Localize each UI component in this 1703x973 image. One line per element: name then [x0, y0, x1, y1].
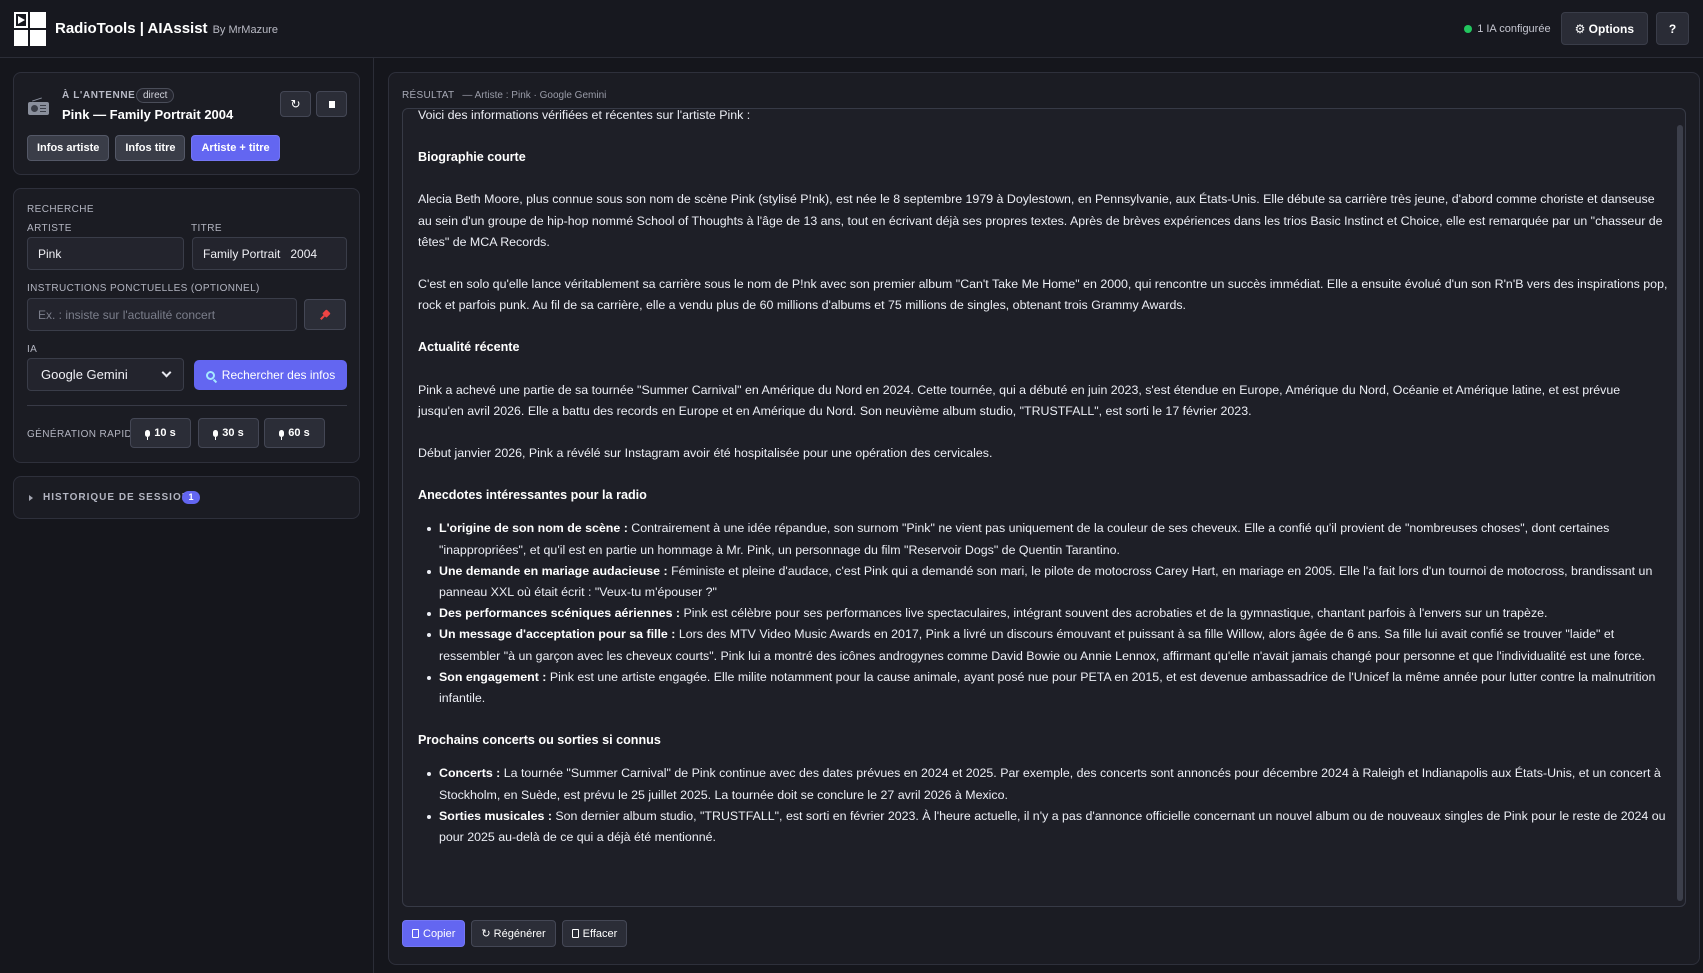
result-intro: Voici des informations vérifiées et réce…	[418, 108, 751, 122]
result-label: RÉSULTAT	[402, 90, 455, 101]
options-button[interactable]: ⚙ Options	[1560, 12, 1648, 45]
radio-icon	[28, 97, 50, 115]
quick-10s-button[interactable]: 10 s	[130, 418, 191, 448]
title-input[interactable]: Family Portrait 2004	[192, 237, 347, 270]
ia-status-text: 1 IA configurée	[1477, 22, 1551, 35]
sidebar-divider	[373, 58, 374, 973]
quick-generation-label: GÉNÉRATION RAPIDE	[27, 429, 140, 440]
stop-button[interactable]	[316, 91, 347, 117]
anecdotes-list: L'origine de son nom de scène : Contrair…	[427, 518, 1668, 709]
instructions-label: INSTRUCTIONS PONCTUELLES (OPTIONNEL)	[27, 283, 260, 294]
copy-label: Copier	[423, 927, 456, 940]
clipboard-icon	[412, 929, 419, 938]
app-logo	[14, 11, 46, 46]
quick-30s-button[interactable]: 30 s	[198, 418, 259, 448]
bio-paragraph-2: C'est en solo qu'elle lance véritablemen…	[418, 277, 1668, 313]
chip-title-info[interactable]: Infos titre	[115, 135, 186, 161]
regenerate-label: ↻ Régénérer	[481, 928, 546, 940]
search-button-label: Rechercher des infos	[221, 368, 336, 382]
help-button[interactable]: ?	[1656, 12, 1689, 45]
app-title: RadioTools | AIAssist	[55, 20, 208, 37]
chevron-down-icon	[161, 367, 172, 378]
heading-news: Actualité récente	[418, 340, 520, 355]
ia-label: IA	[27, 344, 38, 355]
heading-biography: Biographie courte	[418, 150, 526, 165]
result-panel: RÉSULTAT — Artiste : Pink · Google Gemini…	[388, 72, 1700, 965]
refresh-button[interactable]: ↻	[280, 91, 311, 117]
ia-select-value: Google Gemini	[41, 367, 128, 382]
trash-icon	[571, 929, 579, 938]
ia-status: 1 IA configurée	[1464, 22, 1551, 35]
session-history-toggle[interactable]: HISTORIQUE DE SESSION 1	[13, 476, 360, 519]
on-air-label: À L'ANTENNE	[62, 90, 136, 101]
ia-select[interactable]: Google Gemini	[27, 358, 184, 391]
news-paragraph-2: Début janvier 2026, Pink a révélé sur In…	[418, 446, 993, 461]
history-label: HISTORIQUE DE SESSION	[43, 492, 190, 503]
pin-icon	[318, 307, 332, 321]
chip-artist-info[interactable]: Infos artiste	[27, 135, 110, 161]
upcoming-list: Concerts : La tournée "Summer Carnival" …	[427, 763, 1668, 848]
search-icon	[205, 370, 215, 380]
list-item: L'origine de son nom de scène : Contrair…	[427, 518, 1668, 560]
stop-icon	[328, 100, 335, 108]
refresh-icon: ↻	[290, 97, 301, 111]
divider	[27, 405, 347, 406]
artist-input[interactable]: Pink	[27, 237, 184, 270]
pin-button[interactable]	[304, 299, 346, 330]
list-item: Son engagement : Pink est une artiste en…	[427, 667, 1668, 709]
search-button[interactable]: Rechercher des infos	[194, 360, 347, 390]
result-scrollbar[interactable]	[1677, 125, 1683, 901]
list-item: Une demande en mariage audacieuse : Fémi…	[427, 561, 1668, 603]
copy-button[interactable]: Copier	[402, 920, 466, 947]
app-author: By MrMazure	[212, 24, 278, 36]
list-item: Un message d'acceptation pour sa fille :…	[427, 624, 1668, 666]
now-playing-card: À L'ANTENNE direct Pink — Family Portrai…	[13, 72, 360, 175]
mic-icon	[145, 429, 151, 440]
history-count-badge: 1	[182, 491, 200, 504]
search-card: RECHERCHE ARTISTE TITRE Pink Family Port…	[13, 188, 360, 463]
search-section-label: RECHERCHE	[27, 204, 94, 215]
chip-artist-title[interactable]: Artiste + titre	[191, 135, 280, 161]
mic-icon	[279, 429, 285, 440]
clear-button[interactable]: Effacer	[561, 920, 628, 947]
quick-60s-button[interactable]: 60 s	[264, 418, 325, 448]
news-paragraph-1: Pink a achevé une partie de sa tournée "…	[418, 382, 1621, 418]
help-label: ?	[1668, 21, 1677, 36]
heading-upcoming: Prochains concerts ou sorties si connus	[418, 733, 661, 748]
bio-paragraph-1: Alecia Beth Moore, plus connue sous son …	[418, 192, 1663, 249]
mic-icon	[213, 429, 219, 440]
artist-label: ARTISTE	[27, 223, 72, 234]
list-item: Sorties musicales : Son dernier album st…	[427, 806, 1668, 848]
result-text-area[interactable]: Voici des informations vérifiées et réce…	[402, 108, 1686, 907]
direct-badge: direct	[136, 88, 175, 103]
options-label: ⚙ Options	[1574, 21, 1634, 36]
result-header: RÉSULTAT — Artiste : Pink · Google Gemini	[402, 90, 606, 101]
quick-30s-label: 30 s	[222, 427, 244, 439]
caret-right-icon	[29, 495, 33, 501]
status-dot-icon	[1464, 24, 1473, 33]
heading-anecdotes: Anecdotes intéressantes pour la radio	[418, 488, 647, 503]
result-actions: Copier ↻ Régénérer Effacer	[402, 920, 628, 947]
quick-10s-label: 10 s	[154, 427, 176, 439]
quick-60s-label: 60 s	[288, 427, 310, 439]
instructions-input[interactable]: Ex. : insiste sur l'actualité concert	[27, 298, 297, 331]
list-item: Des performances scéniques aériennes : P…	[427, 603, 1668, 624]
now-playing-title: Pink — Family Portrait 2004	[62, 107, 234, 122]
result-subtitle: — Artiste : Pink · Google Gemini	[462, 90, 607, 101]
list-item: Concerts : La tournée "Summer Carnival" …	[427, 763, 1668, 805]
clear-label: Effacer	[582, 927, 618, 940]
top-bar: RadioTools | AIAssist By MrMazure 1 IA c…	[0, 0, 1703, 58]
regenerate-button[interactable]: ↻ Régénérer	[471, 920, 556, 947]
info-type-chips: Infos artiste Infos titre Artiste + titr…	[27, 135, 280, 161]
title-label: TITRE	[191, 223, 222, 234]
